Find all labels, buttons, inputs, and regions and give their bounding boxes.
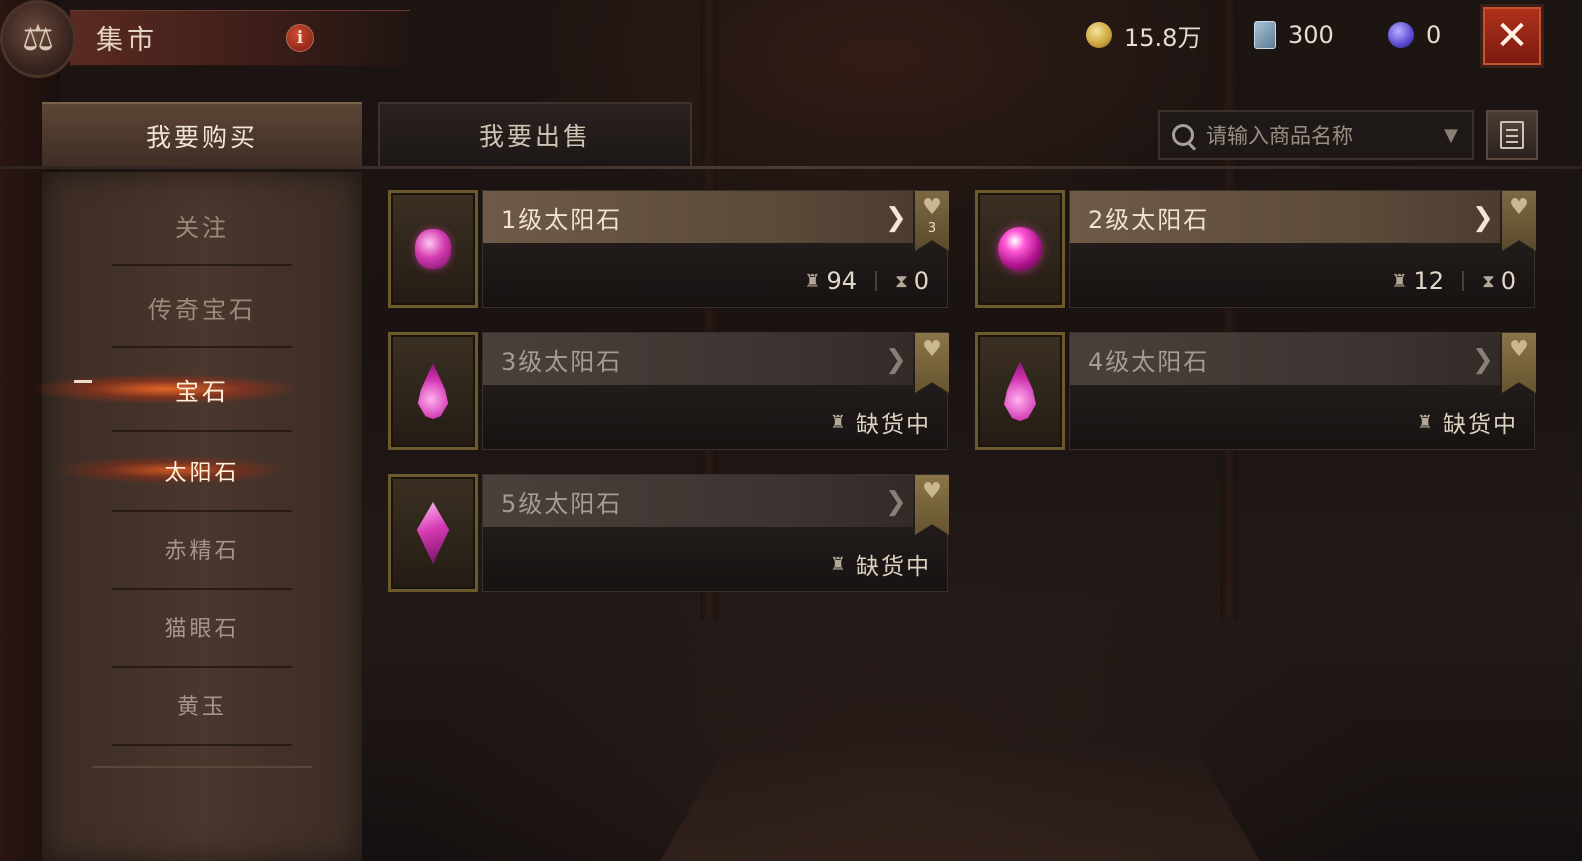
search-input[interactable]: 请输入商品名称 ▼ (1158, 110, 1474, 160)
background-floor (660, 745, 1260, 861)
stat-divider (1462, 271, 1465, 291)
scales-icon: ⚖ (0, 0, 76, 78)
item-name: 1级太阳石 (483, 191, 913, 243)
sold-count: 0 (1500, 267, 1516, 295)
tab-buy[interactable]: 我要购买 (42, 102, 362, 168)
notes-button[interactable] (1486, 110, 1538, 160)
out-of-stock-status: ♜ 缺货中 (1417, 405, 1518, 439)
item-body: 4级太阳石 ❯ ♥ ♜ 缺货中 (1069, 332, 1536, 450)
status-text: 缺货中 (856, 554, 931, 580)
marquise-gem-icon (416, 502, 450, 564)
listing-icon: ♜ (1416, 411, 1435, 433)
gold-coin-icon (1086, 22, 1112, 48)
heart-icon: ♥ (922, 479, 942, 504)
item-thumb (388, 190, 478, 308)
item-card-sunstone-4[interactable]: 4级太阳石 ❯ ♥ ♜ 缺货中 (971, 328, 1539, 454)
sidebar-ornament (92, 766, 312, 768)
hourglass-icon: ⧗ (895, 270, 908, 292)
item-body: 3级太阳石 ❯ ♥ ♜ 缺货中 (482, 332, 949, 450)
notes-icon (1500, 121, 1524, 149)
item-stats: ♜ 12 ⧗ 0 (1391, 267, 1516, 295)
item-stats: ♜ 94 ⧗ 0 (804, 267, 929, 295)
gold-amount: 15.8万 (1124, 23, 1202, 52)
market-screen: { "header": { "title": "集市", "emblem_ico… (0, 0, 1582, 861)
sidebar-subitem-red-essence[interactable]: 赤精石 (42, 510, 362, 588)
faceted-drop-gem-icon (1004, 361, 1036, 421)
chevron-right-icon: ❯ (1472, 203, 1494, 233)
favorite-button[interactable]: ♥ (915, 475, 949, 535)
currency-orb: 0 (1388, 20, 1441, 50)
favorite-button[interactable]: ♥ (915, 333, 949, 393)
teardrop-gem-icon (417, 363, 449, 419)
out-of-stock-status: ♜ 缺货中 (830, 547, 931, 581)
listing-count: 94 (826, 267, 858, 295)
sidebar-subitem-cats-eye[interactable]: 猫眼石 (42, 588, 362, 666)
sphere-gem-icon (998, 227, 1042, 271)
stat-divider (875, 271, 878, 291)
sidebar-item-gems[interactable]: 宝石 (42, 350, 362, 428)
favorite-button[interactable]: ♥ 3 (915, 191, 949, 251)
search-icon (1172, 124, 1194, 146)
heart-icon: ♥ (922, 195, 942, 220)
chevron-right-icon: ❯ (885, 345, 907, 375)
favorite-count: 3 (927, 221, 937, 236)
item-body: 5级太阳石 ❯ ♥ ♜ 缺货中 (482, 474, 949, 592)
listing-count: 12 (1413, 267, 1445, 295)
sidebar-item-follow[interactable]: 关注 (42, 186, 362, 264)
favorite-button[interactable]: ♥ (1502, 333, 1536, 393)
search-placeholder: 请输入商品名称 (1206, 124, 1353, 148)
item-name: 3级太阳石 (483, 333, 913, 385)
scroll-amount: 300 (1288, 21, 1334, 49)
item-body: 1级太阳石 ❯ ♥ 3 ♜ 94 ⧗ 0 (482, 190, 949, 308)
purple-orb-icon (1388, 22, 1414, 48)
status-text: 缺货中 (1443, 412, 1518, 438)
filter-dropdown-icon[interactable]: ▼ (1444, 125, 1458, 146)
listing-icon: ♜ (804, 270, 821, 292)
tab-divider (0, 166, 1582, 169)
hourglass-icon: ⧗ (1482, 270, 1495, 292)
item-card-sunstone-3[interactable]: 3级太阳石 ❯ ♥ ♜ 缺货中 (384, 328, 952, 454)
item-name: 5级太阳石 (483, 475, 913, 527)
sidebar-item-legendary-gems[interactable]: 传奇宝石 (42, 268, 362, 346)
sidebar-separator (112, 744, 292, 746)
status-text: 缺货中 (856, 412, 931, 438)
heart-icon: ♥ (922, 337, 942, 362)
item-thumb (975, 332, 1065, 450)
info-icon[interactable]: i (286, 24, 314, 52)
item-name: 4级太阳石 (1070, 333, 1500, 385)
listing-icon: ♜ (1391, 270, 1408, 292)
sidebar-separator (112, 264, 292, 266)
page-title: 集市 (96, 25, 158, 56)
chevron-right-icon: ❯ (1472, 345, 1494, 375)
currency-scroll: 300 (1254, 20, 1334, 50)
item-name: 2级太阳石 (1070, 191, 1500, 243)
item-body: 2级太阳石 ❯ ♥ ♜ 12 ⧗ 0 (1069, 190, 1536, 308)
item-thumb (975, 190, 1065, 308)
item-card-sunstone-1[interactable]: 1级太阳石 ❯ ♥ 3 ♜ 94 ⧗ 0 (384, 186, 952, 312)
heart-icon: ♥ (1509, 337, 1529, 362)
heart-icon: ♥ (1509, 195, 1529, 220)
sidebar-subitem-topaz[interactable]: 黄玉 (42, 666, 362, 744)
sidebar-subitem-sunstone[interactable]: 太阳石 (42, 432, 362, 510)
close-button[interactable]: ✕ (1480, 4, 1544, 68)
sold-count: 0 (913, 267, 929, 295)
scroll-icon (1254, 21, 1276, 49)
close-icon: ✕ (1495, 13, 1529, 59)
listing-icon: ♜ (829, 411, 848, 433)
chevron-right-icon: ❯ (885, 203, 907, 233)
item-card-sunstone-5[interactable]: 5级太阳石 ❯ ♥ ♜ 缺货中 (384, 470, 952, 596)
item-thumb (388, 332, 478, 450)
listing-icon: ♜ (829, 553, 848, 575)
favorite-button[interactable]: ♥ (1502, 191, 1536, 251)
faceted-round-gem-icon (415, 229, 451, 269)
item-thumb (388, 474, 478, 592)
sidebar-separator (112, 346, 292, 348)
item-card-sunstone-2[interactable]: 2级太阳石 ❯ ♥ ♜ 12 ⧗ 0 (971, 186, 1539, 312)
chevron-right-icon: ❯ (885, 487, 907, 517)
orb-amount: 0 (1426, 21, 1442, 49)
out-of-stock-status: ♜ 缺货中 (830, 405, 931, 439)
currency-gold: 15.8万 (1086, 20, 1202, 52)
tab-sell[interactable]: 我要出售 (378, 102, 692, 168)
